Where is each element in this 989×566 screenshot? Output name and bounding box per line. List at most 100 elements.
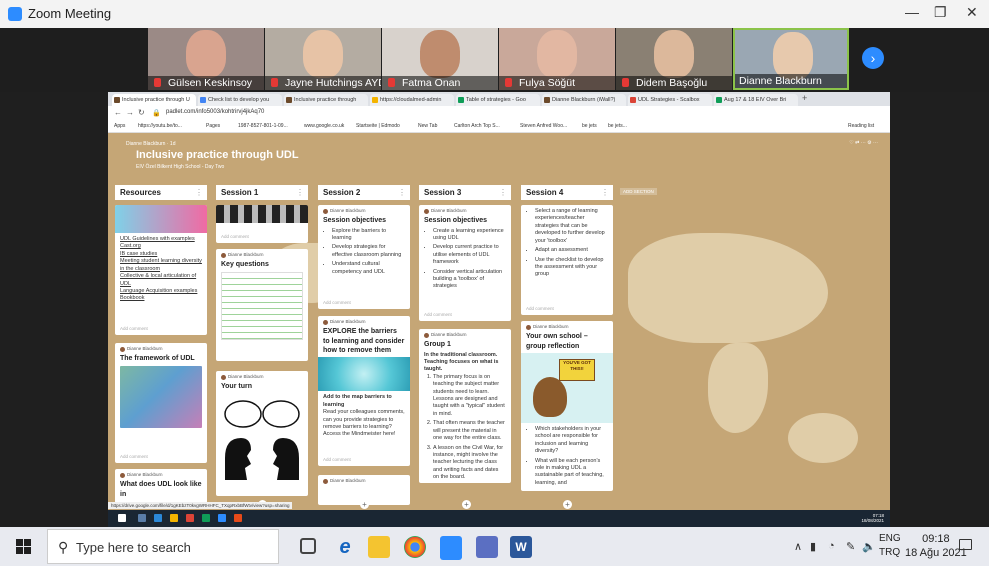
resource-link[interactable]: UDL Guidelines with examples (120, 236, 202, 243)
app-icon[interactable] (186, 514, 194, 522)
resource-link[interactable]: Bookbook (120, 295, 202, 302)
forward-icon[interactable]: → (126, 108, 134, 117)
volume-icon[interactable]: 🔈 (862, 540, 876, 553)
session1-image-card[interactable]: Add comment (216, 205, 308, 243)
new-tab-button[interactable]: + (802, 93, 807, 103)
app-icon[interactable] (138, 514, 146, 522)
edge-icon[interactable]: e (334, 536, 356, 558)
browser-tab[interactable]: Check list to develop you (198, 94, 282, 106)
browser-tab[interactable]: https://cloudalmed-admin (370, 94, 454, 106)
minimize-button[interactable]: — (905, 4, 919, 20)
add-comment[interactable]: Add comment (120, 454, 148, 460)
bookmark[interactable]: be jets (582, 123, 597, 129)
participant-tile-active-speaker[interactable]: Dianne Blackburn (733, 28, 849, 90)
bookmark[interactable]: New Tab (418, 123, 437, 129)
reading-list[interactable]: Reading list (848, 123, 874, 129)
your-turn-card[interactable]: Dianne Blackburn Your turn (216, 371, 308, 496)
resource-link[interactable]: Cast.org (120, 243, 202, 250)
app-icon[interactable] (476, 536, 498, 558)
participant-tile[interactable]: Fulya Söğüt (499, 28, 615, 90)
word-icon[interactable]: W (510, 536, 532, 558)
bookmark[interactable]: Startseite | Edmodo (356, 123, 400, 129)
close-button[interactable]: ✕ (966, 4, 978, 21)
start-icon[interactable] (118, 514, 126, 522)
bookmark[interactable]: Apps (114, 123, 125, 129)
session2-objectives-card[interactable]: Dianne Blackburn Session objectives Expl… (318, 205, 410, 309)
resources-card[interactable]: UDL Guidelines with examples Cast.org IB… (115, 205, 207, 335)
add-comment[interactable]: Add comment (120, 326, 148, 332)
framework-card[interactable]: Dianne Blackburn The framework of UDL Ad… (115, 343, 207, 463)
back-icon[interactable]: ← (114, 108, 122, 117)
bookmark[interactable]: 1987-8527-801-1-09... (238, 123, 288, 129)
group1-card[interactable]: Dianne Blackburn Group 1 In the traditio… (419, 329, 511, 483)
app-tray-icon[interactable]: ▮ (810, 540, 816, 553)
more-icon[interactable]: ⋮ (601, 185, 609, 200)
bookmark[interactable]: Pages (206, 123, 220, 129)
add-post-button[interactable]: + (563, 500, 572, 509)
explore-barriers-card[interactable]: Dianne Blackburn EXPLORE the barriers to… (318, 316, 410, 466)
bookmark[interactable]: Steven Anfred Woo... (520, 123, 567, 129)
zoom-icon[interactable] (440, 536, 462, 560)
taskbar-search[interactable]: ⚲ Type here to search (47, 529, 279, 564)
next-participants-button[interactable]: › (862, 47, 884, 69)
add-comment[interactable]: Add comment (221, 234, 249, 240)
more-icon[interactable]: ⋮ (195, 185, 203, 200)
add-post-button[interactable]: + (360, 500, 369, 509)
participant-tile[interactable]: Jayne Hutchings AYDIN (265, 28, 381, 90)
add-section-button[interactable]: ADD SECTION (620, 188, 657, 195)
participant-tile[interactable]: Fatma Onan (382, 28, 498, 90)
restore-button[interactable]: ❐ (934, 4, 947, 21)
column-header-session-2[interactable]: Session 2 ⋮ (318, 185, 410, 200)
add-comment[interactable]: Add comment (526, 306, 554, 312)
column-header-resources[interactable]: Resources ⋮ (115, 185, 207, 200)
system-clock[interactable]: 09:18 18 Ağu 2021 (905, 532, 967, 560)
session4-tasks-card[interactable]: Select a range of learning experiences/t… (521, 205, 613, 315)
key-questions-card[interactable]: Dianne Blackburn Key questions (216, 249, 308, 361)
more-icon[interactable]: ⋮ (296, 185, 304, 200)
app-icon[interactable] (170, 514, 178, 522)
add-comment[interactable]: Add comment (424, 312, 452, 318)
browser-tab[interactable]: Inclusive practice through U (112, 94, 196, 106)
url-field[interactable]: padlet.com/info5003/kohtrirvj4jkAq70 (166, 109, 264, 115)
browser-tab[interactable]: Dianne Blackburn (iWall?) (542, 94, 626, 106)
more-icon[interactable]: ⋮ (398, 185, 406, 200)
app-icon[interactable] (202, 514, 210, 522)
chevron-up-icon[interactable]: ∧ (794, 540, 802, 553)
resource-link[interactable]: Collective & local articulation of UDL (120, 273, 202, 288)
pen-icon[interactable]: ✎ (846, 540, 855, 553)
add-comment[interactable]: Add comment (323, 300, 351, 306)
bookmark[interactable]: be jets... (608, 123, 627, 129)
network-icon[interactable]: ◔ (828, 540, 835, 552)
browser-tab[interactable]: UDL Strategies - Scalbox (628, 94, 712, 106)
windows-start-icon[interactable] (16, 539, 32, 555)
add-comment[interactable]: Add comment (323, 457, 351, 463)
resource-link[interactable]: IB case studies (120, 251, 202, 258)
session3-objectives-card[interactable]: Dianne Blackburn Session objectives Crea… (419, 205, 511, 321)
column-header-session-3[interactable]: Session 3 ⋮ (419, 185, 511, 200)
task-view-icon[interactable] (300, 538, 316, 554)
resource-link[interactable]: Meeting student learning diversity in th… (120, 258, 202, 273)
more-icon[interactable]: ⋮ (499, 185, 507, 200)
reload-icon[interactable]: ↻ (138, 108, 145, 117)
participant-tile[interactable]: Gülsen Keskinsoy (148, 28, 264, 90)
notification-icon[interactable] (959, 539, 972, 550)
browser-tab[interactable]: Aug 17 & 18 EIV Over Bri (714, 94, 798, 106)
column-header-session-1[interactable]: Session 1 ⋮ (216, 185, 308, 200)
browser-tab[interactable]: Inclusive practice through (284, 94, 368, 106)
browser-tab[interactable]: Table of strategies - Goo (456, 94, 540, 106)
file-explorer-icon[interactable] (368, 536, 390, 558)
add-post-button[interactable]: + (462, 500, 471, 509)
chrome-icon[interactable] (404, 536, 426, 558)
language-indicator[interactable]: ENG TRQ (879, 532, 901, 560)
padlet-toolbar[interactable]: ♡ ⇄ ⋯ ⚙ ⋯ (849, 140, 878, 146)
bookmark[interactable]: Carlton Arch Top S... (454, 123, 500, 129)
bookmark[interactable]: https://youtu.be/to... (138, 123, 182, 129)
column-header-session-4[interactable]: Session 4 ⋮ (521, 185, 613, 200)
resource-link[interactable]: Language Acquisition examples (120, 288, 202, 295)
bookmark[interactable]: www.google.co.uk (304, 123, 344, 129)
app-icon[interactable] (234, 514, 242, 522)
reflection-card[interactable]: Dianne Blackburn Your own school – group… (521, 321, 613, 491)
participant-tile[interactable]: Didem Başoğlu (616, 28, 732, 90)
app-icon[interactable] (218, 514, 226, 522)
app-icon[interactable] (154, 514, 162, 522)
